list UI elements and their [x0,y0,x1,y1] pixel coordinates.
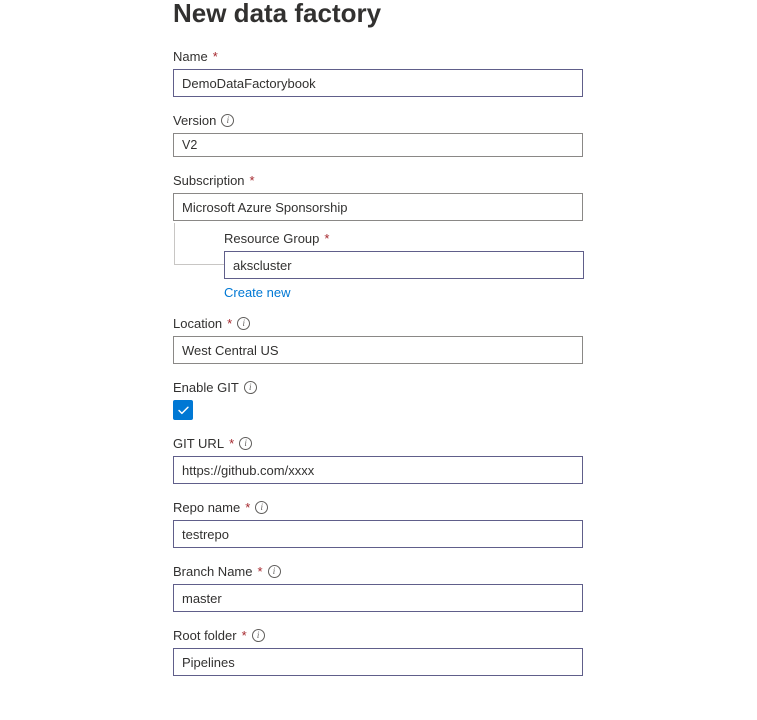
name-input[interactable] [173,69,583,97]
label-text: Version [173,113,216,128]
field-branch-name: Branch Name * i [173,564,757,612]
info-icon[interactable]: i [221,114,234,127]
label-text: Location [173,316,222,331]
enable-git-checkbox[interactable] [173,400,193,420]
field-location: Location * i [173,316,757,364]
label-text: Subscription [173,173,245,188]
label-branch-name: Branch Name * i [173,564,757,579]
label-location: Location * i [173,316,757,331]
branch-name-input[interactable] [173,584,583,612]
label-repo-name: Repo name * i [173,500,757,515]
subscription-select[interactable] [173,193,583,221]
label-resource-group: Resource Group * [224,231,757,246]
info-icon[interactable]: i [255,501,268,514]
required-mark: * [242,628,247,643]
required-mark: * [213,49,218,64]
field-version: Version i [173,113,757,157]
repo-name-input[interactable] [173,520,583,548]
root-folder-input[interactable] [173,648,583,676]
info-icon[interactable]: i [239,437,252,450]
label-name: Name * [173,49,757,64]
label-root-folder: Root folder * i [173,628,757,643]
field-enable-git: Enable GIT i [173,380,757,420]
info-icon[interactable]: i [244,381,257,394]
required-mark: * [324,231,329,246]
field-name: Name * [173,49,757,97]
label-text: Repo name [173,500,240,515]
field-repo-name: Repo name * i [173,500,757,548]
label-text: GIT URL [173,436,224,451]
info-icon[interactable]: i [268,565,281,578]
label-version: Version i [173,113,757,128]
checkmark-icon [177,404,190,417]
label-git-url: GIT URL * i [173,436,757,451]
label-enable-git: Enable GIT i [173,380,757,395]
field-root-folder: Root folder * i [173,628,757,676]
nest-connector [174,223,224,265]
info-icon[interactable]: i [252,629,265,642]
label-text: Root folder [173,628,237,643]
git-url-input[interactable] [173,456,583,484]
required-mark: * [229,436,234,451]
required-mark: * [245,500,250,515]
label-text: Resource Group [224,231,319,246]
label-subscription: Subscription * [173,173,757,188]
label-text: Name [173,49,208,64]
label-text: Enable GIT [173,380,239,395]
location-select[interactable] [173,336,583,364]
page-title: New data factory [173,0,757,29]
info-icon[interactable]: i [237,317,250,330]
new-data-factory-panel: New data factory Name * Version i Subscr… [0,0,757,696]
create-new-link[interactable]: Create new [224,285,290,300]
required-mark: * [250,173,255,188]
label-text: Branch Name [173,564,252,579]
version-select[interactable] [173,133,583,157]
required-mark: * [227,316,232,331]
field-resource-group: Resource Group * Create new [173,231,757,300]
resource-group-select[interactable] [224,251,584,279]
required-mark: * [257,564,262,579]
field-git-url: GIT URL * i [173,436,757,484]
field-subscription: Subscription * [173,173,757,221]
